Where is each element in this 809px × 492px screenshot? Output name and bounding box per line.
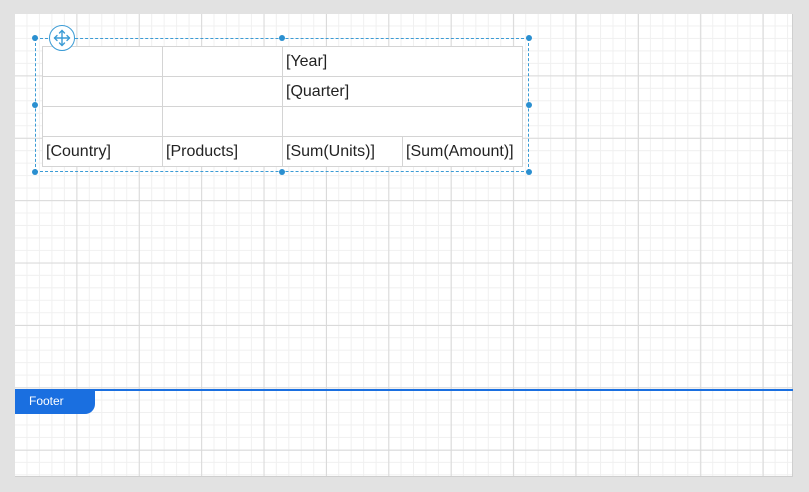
table-row: [Country] [Products] [Sum(Units)] [Sum(A… [42,136,523,167]
footer-label: Footer [29,394,64,408]
move-arrows-icon [53,29,71,47]
resize-handle-top-right[interactable] [526,35,532,41]
pivot-cell[interactable] [162,76,283,107]
resize-handle-left[interactable] [32,102,38,108]
move-handle[interactable] [49,25,75,51]
pivot-cell[interactable] [162,106,283,137]
sum-amount-cell[interactable]: [Sum(Amount)] [402,136,523,167]
pivot-cell[interactable] [42,46,163,77]
pivot-cell[interactable] [162,46,283,77]
table-row [42,106,523,137]
pivot-cell[interactable] [42,106,163,137]
year-cell[interactable]: [Year] [282,46,523,77]
resize-handle-right[interactable] [526,102,532,108]
pivot-cell[interactable] [282,106,523,137]
resize-handle-top-left[interactable] [32,35,38,41]
table-row: [Quarter] [42,76,523,107]
design-surface[interactable]: [Year] [Quarter] [Country] [Products] [S… [15,14,793,477]
pivot-cell[interactable] [42,76,163,107]
footer-band-tab[interactable]: Footer [15,391,95,414]
products-cell[interactable]: [Products] [162,136,283,167]
quarter-cell[interactable]: [Quarter] [282,76,523,107]
country-cell[interactable]: [Country] [42,136,163,167]
table-row: [Year] [42,46,523,77]
resize-handle-top[interactable] [279,35,285,41]
sum-units-cell[interactable]: [Sum(Units)] [282,136,403,167]
resize-handle-bottom-left[interactable] [32,169,38,175]
pivot-table[interactable]: [Year] [Quarter] [Country] [Products] [S… [42,46,523,167]
resize-handle-bottom-right[interactable] [526,169,532,175]
footer-band-divider[interactable] [15,389,793,391]
resize-handle-bottom[interactable] [279,169,285,175]
